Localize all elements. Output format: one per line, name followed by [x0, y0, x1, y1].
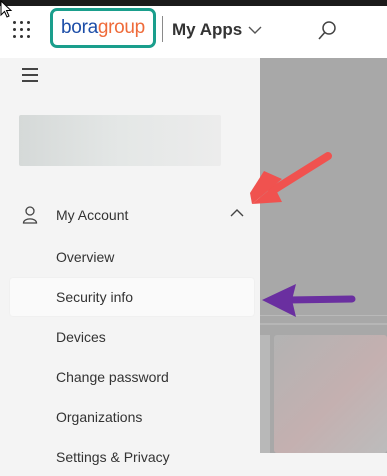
my-account-label: My Account — [56, 207, 129, 223]
person-icon — [22, 206, 38, 224]
my-apps-menu[interactable]: My Apps — [172, 20, 262, 40]
chevron-down-icon — [248, 26, 262, 34]
content-card — [274, 335, 387, 453]
nav-item-overview[interactable]: Overview — [10, 238, 254, 276]
browser-strip — [0, 0, 387, 6]
content-card — [260, 335, 270, 453]
red-annotation-arrow-icon — [250, 152, 332, 204]
header-divider — [162, 16, 163, 42]
nav-item-label: Organizations — [56, 409, 143, 425]
purple-annotation-arrow-icon — [262, 284, 356, 317]
top-app-bar: bora group My Apps — [0, 0, 387, 59]
nav-item-devices[interactable]: Devices — [10, 318, 254, 356]
nav-item-settings-privacy[interactable]: Settings & Privacy — [10, 438, 254, 476]
nav-item-security-info[interactable]: Security info — [10, 278, 254, 316]
overlay-divider — [260, 323, 387, 325]
sidebar: My Account Overview Security info Device… — [0, 58, 260, 465]
content-overlay[interactable] — [260, 58, 387, 453]
search-icon[interactable] — [316, 20, 338, 42]
nav-item-label: Settings & Privacy — [56, 449, 170, 465]
nav-item-organizations[interactable]: Organizations — [10, 398, 254, 436]
logo-text-group: group — [97, 17, 145, 38]
profile-card-blurred — [19, 115, 221, 166]
mouse-cursor-icon — [0, 0, 13, 18]
chevron-up-icon — [230, 209, 244, 217]
nav-item-label: Change password — [56, 369, 169, 385]
company-logo[interactable]: bora group — [50, 8, 156, 48]
my-apps-label: My Apps — [172, 20, 243, 39]
hamburger-icon[interactable] — [22, 68, 38, 82]
nav-item-label: Security info — [56, 289, 134, 305]
logo-text-bora: bora — [61, 17, 98, 38]
nav-item-change-password[interactable]: Change password — [10, 358, 254, 396]
nav-item-label: Devices — [56, 329, 106, 345]
my-account-section-toggle[interactable]: My Account — [0, 202, 260, 228]
nav-item-label: Overview — [56, 249, 115, 265]
